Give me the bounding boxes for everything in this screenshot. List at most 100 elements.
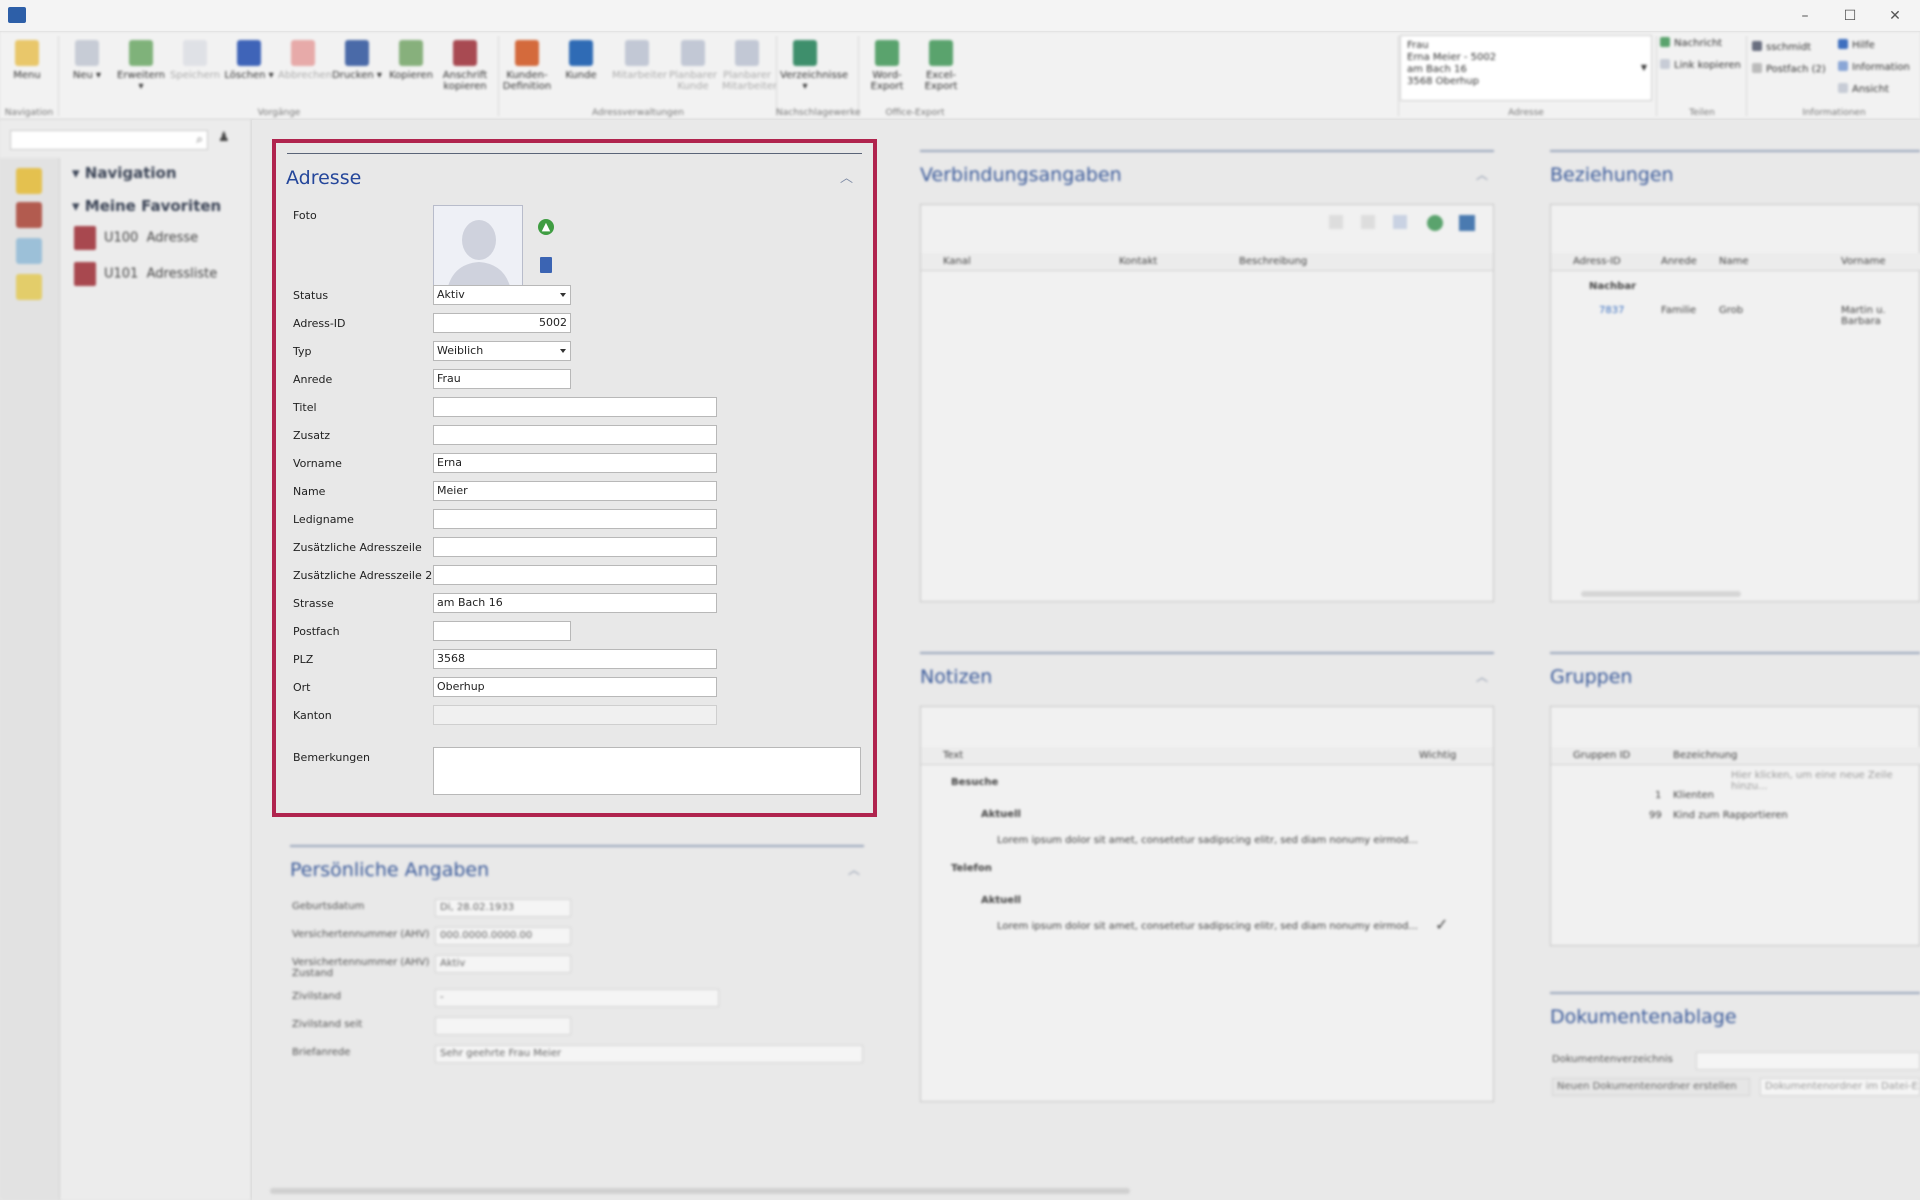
horizontal-scrollbar[interactable] [1581,591,1741,597]
ribbon-group-office-export: Office-Export [885,108,945,118]
remarks-field[interactable] [433,747,861,795]
zusaetzliche-adresszeile-label: Zusätzliche Adresszeile [293,541,422,554]
ort-field[interactable]: Oberhup [433,677,717,697]
view-button[interactable]: Ansicht [1838,82,1889,98]
personal-field-4[interactable] [435,1017,571,1035]
message-button[interactable]: Nachricht [1660,36,1722,52]
copy-link-button[interactable]: Link kopieren [1660,58,1741,74]
postfach-label: Postfach [293,625,340,638]
personal-field-5[interactable]: Sehr geehrte Frau Meier [435,1045,863,1063]
postfach-field[interactable] [433,621,571,641]
connections-section: Verbindungsangaben ︿ Kanal Kontakt Besch… [920,150,1494,610]
personal-field-1[interactable]: 000.0000.0000.00 [435,927,571,945]
favorites-star-icon[interactable] [16,168,42,194]
ribbon-button-12[interactable]: Planbarer Kunde [668,36,718,106]
plz-field[interactable]: 3568 [433,649,717,669]
ribbon-button-2[interactable]: Erweitern ▾ [116,36,166,106]
ribbon-button-4[interactable]: Löschen ▾ [224,36,274,106]
checkmark-icon: ✓ [1435,915,1449,934]
zusaetzliche-adresszeile-2-label: Zusätzliche Adresszeile 2 [293,569,433,582]
help-button[interactable]: Hilfe [1838,38,1875,54]
favorites-heading[interactable]: ▾ Meine Favoriten [72,197,221,215]
ribbon-button-3[interactable]: Speichern [170,36,220,106]
personal-label-4: Zivilstand seit [292,1019,363,1030]
collapse-icon[interactable]: ︿ [1476,668,1488,685]
collapse-icon[interactable]: ︿ [848,861,860,878]
ribbon-button-15[interactable]: Word-Export [862,36,912,106]
mailbox-icon [1752,63,1762,73]
ribbon-button-7[interactable]: Kopieren [386,36,436,106]
documents-section: Dokumentenablage Dokumentenverzeichnis N… [1550,992,1920,1102]
adress-id-field[interactable]: 5002 [433,313,571,333]
ribbon-button-13[interactable]: Planbarer Mitarbeiter [722,36,777,106]
favorite-item-adressliste[interactable]: U101 Adressliste [74,262,217,286]
strasse-label: Strasse [293,597,334,610]
minimize-button[interactable]: – [1790,6,1820,26]
ribbon-button-0[interactable]: Menu [2,36,52,106]
documents-path-field[interactable] [1696,1052,1920,1070]
navigation-heading[interactable]: ▾ Navigation [72,164,177,182]
plz-label: PLZ [293,653,314,666]
ribbon-icon-14 [793,40,817,66]
maximize-button[interactable]: ☐ [1835,6,1865,26]
collapse-icon[interactable]: ︿ [1476,166,1488,183]
close-button[interactable]: ✕ [1880,6,1910,26]
ribbon-button-6[interactable]: Drucken ▾ [332,36,382,106]
navigation-search-input[interactable]: ⌕ [10,130,208,150]
ribbon-button-16[interactable]: Excel-Export [916,36,966,106]
notes-icon[interactable] [16,274,42,300]
favorite-item-adresse[interactable]: U100 Adresse [74,226,198,250]
personal-label-3: Zivilstand [292,991,342,1002]
ribbon-button-1[interactable]: Neu ▾ [62,36,112,106]
zusatz-field[interactable] [433,425,717,445]
open-explorer-button[interactable]: Dokumentenordner im Datei-Explorer [1760,1078,1920,1096]
zusaetzliche-adresszeile-2-field[interactable] [433,565,717,585]
strasse-field[interactable]: am Bach 16 [433,593,717,613]
map-icon[interactable] [16,238,42,264]
navigation-pane: ⌕ ♟ ▾ Navigation ▾ Meine Favoriten U100 … [0,120,252,1200]
collapse-icon[interactable]: ︿ [840,167,853,186]
personal-label-5: Briefanrede [292,1047,351,1058]
ledigname-field[interactable] [433,509,717,529]
vorname-label: Vorname [293,457,342,470]
personal-field-0[interactable]: Di, 28.02.1933 [435,899,571,917]
information-button[interactable]: Information [1838,60,1910,76]
link-icon [1660,59,1670,69]
typ-select[interactable]: Weiblich [433,341,571,361]
anrede-label: Anrede [293,373,333,386]
ribbon-button-11[interactable]: Mitarbeiter [612,36,667,106]
user-button[interactable]: sschmidt [1752,40,1811,56]
books-icon[interactable] [16,202,42,228]
ribbon-button-9[interactable]: Kunden-Definition [502,36,552,106]
user-icon [1752,41,1762,51]
delete-photo-icon[interactable] [540,257,552,273]
address-section: Adresse ︿ Foto ▲ Status Aktiv Adress-ID 500… [272,139,877,817]
personal-field-2[interactable]: Aktiv [435,955,571,973]
ribbon-button-5[interactable]: Abbrechen [278,36,332,106]
name-label: Name [293,485,326,498]
titel-field[interactable] [433,397,717,417]
personal-field-3[interactable]: - [435,989,719,1007]
ribbon-icon-0 [15,40,39,66]
ribbon-button-10[interactable]: Kunde [556,36,606,106]
ribbon-icon-9 [515,40,539,66]
mailbox-button[interactable]: Postfach (2) [1752,62,1826,78]
ribbon-icon-15 [875,40,899,66]
user-pin-icon[interactable]: ♟ [218,130,230,145]
personal-label-0: Geburtsdatum [292,901,365,912]
photo-placeholder[interactable] [433,205,523,295]
upload-photo-icon[interactable]: ▲ [538,219,554,235]
new-folder-button[interactable]: Neuen Dokumentenordner erstellen [1552,1078,1750,1096]
zusaetzliche-adresszeile-field[interactable] [433,537,717,557]
ribbon-button-14[interactable]: Verzeichnisse ▾ [780,36,848,106]
vorname-field[interactable]: Erna [433,453,717,473]
name-field[interactable]: Meier [433,481,717,501]
anrede-field[interactable]: Frau [433,369,571,389]
status-select[interactable]: Aktiv [433,285,571,305]
ribbon-button-8[interactable]: Anschrift kopieren [440,36,490,106]
address-selector[interactable]: Frau Erna Meier - 5002 am Bach 16 3568 O… [1400,35,1652,101]
typ-label: Typ [293,345,312,358]
horizontal-scrollbar[interactable] [270,1188,1130,1194]
chevron-down-icon [560,293,566,297]
address-title: Adresse [286,167,362,189]
